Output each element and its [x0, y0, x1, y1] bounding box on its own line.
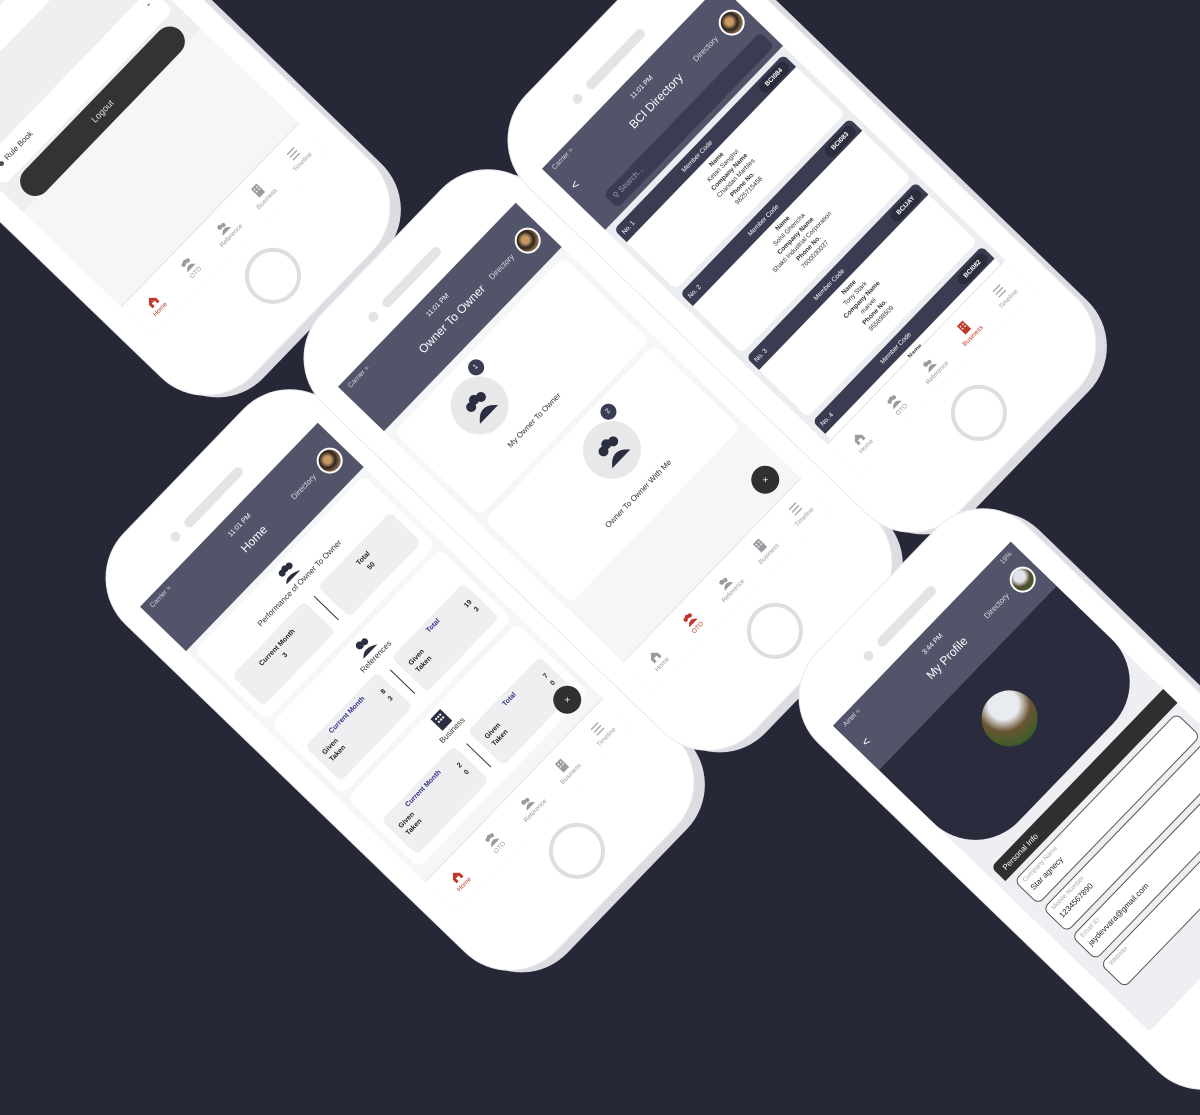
given-value: 8 — [379, 688, 388, 696]
profile-screen: Airtel ≈3:44 PM 19% < My Profile Director… — [832, 541, 1200, 1032]
tab-business[interactable]: Business — [739, 524, 787, 573]
taken-value: 0 — [463, 768, 471, 777]
given-row: Given 8 — [316, 682, 393, 762]
given-row: Given 7 — [478, 667, 555, 747]
group-icon-circle — [570, 408, 653, 491]
tab-reference[interactable]: Reference — [704, 561, 752, 610]
tab-home[interactable]: Home — [632, 635, 680, 684]
fab-button[interactable]: × — [745, 459, 786, 500]
group-icon — [466, 391, 499, 424]
camera — [570, 91, 585, 106]
given-row: Given 19 — [402, 593, 479, 673]
camera — [366, 309, 381, 324]
home-button[interactable] — [537, 811, 617, 891]
group-icon-circle — [438, 364, 521, 447]
tab-business[interactable]: Business — [237, 169, 285, 218]
taken-value: 3 — [473, 605, 481, 614]
given-value: 2 — [455, 761, 464, 770]
tab-reference[interactable]: Reference — [506, 781, 554, 830]
given-value: 7 — [542, 672, 550, 681]
camera — [861, 648, 876, 663]
home-button[interactable] — [735, 591, 815, 671]
tab-home[interactable]: Home — [130, 280, 178, 329]
group-icon — [598, 436, 631, 469]
tab-business[interactable]: Business — [541, 744, 589, 793]
home-button[interactable] — [939, 373, 1019, 453]
taken-value: 3 — [386, 695, 395, 703]
taken-value: 0 — [549, 679, 558, 688]
tab-timeline[interactable]: Timeline — [273, 132, 321, 181]
tab-oto[interactable]: OTO — [470, 818, 518, 867]
given-row: Given 2 — [392, 756, 469, 836]
tab-timeline[interactable]: Timeline — [775, 487, 823, 536]
camera — [168, 529, 183, 544]
tab-bar: Home OTO Reference Business Timeline — [120, 122, 331, 338]
close-chevron-icon[interactable]: ⌃ — [145, 1, 156, 12]
home-button[interactable] — [233, 236, 313, 316]
tab-oto[interactable]: OTO — [668, 598, 716, 647]
tab-home[interactable]: Home — [434, 855, 482, 904]
tab-oto[interactable]: OTO — [166, 243, 214, 292]
tab-timeline[interactable]: Timeline — [577, 707, 625, 756]
tab-reference[interactable]: Reference — [202, 206, 250, 255]
